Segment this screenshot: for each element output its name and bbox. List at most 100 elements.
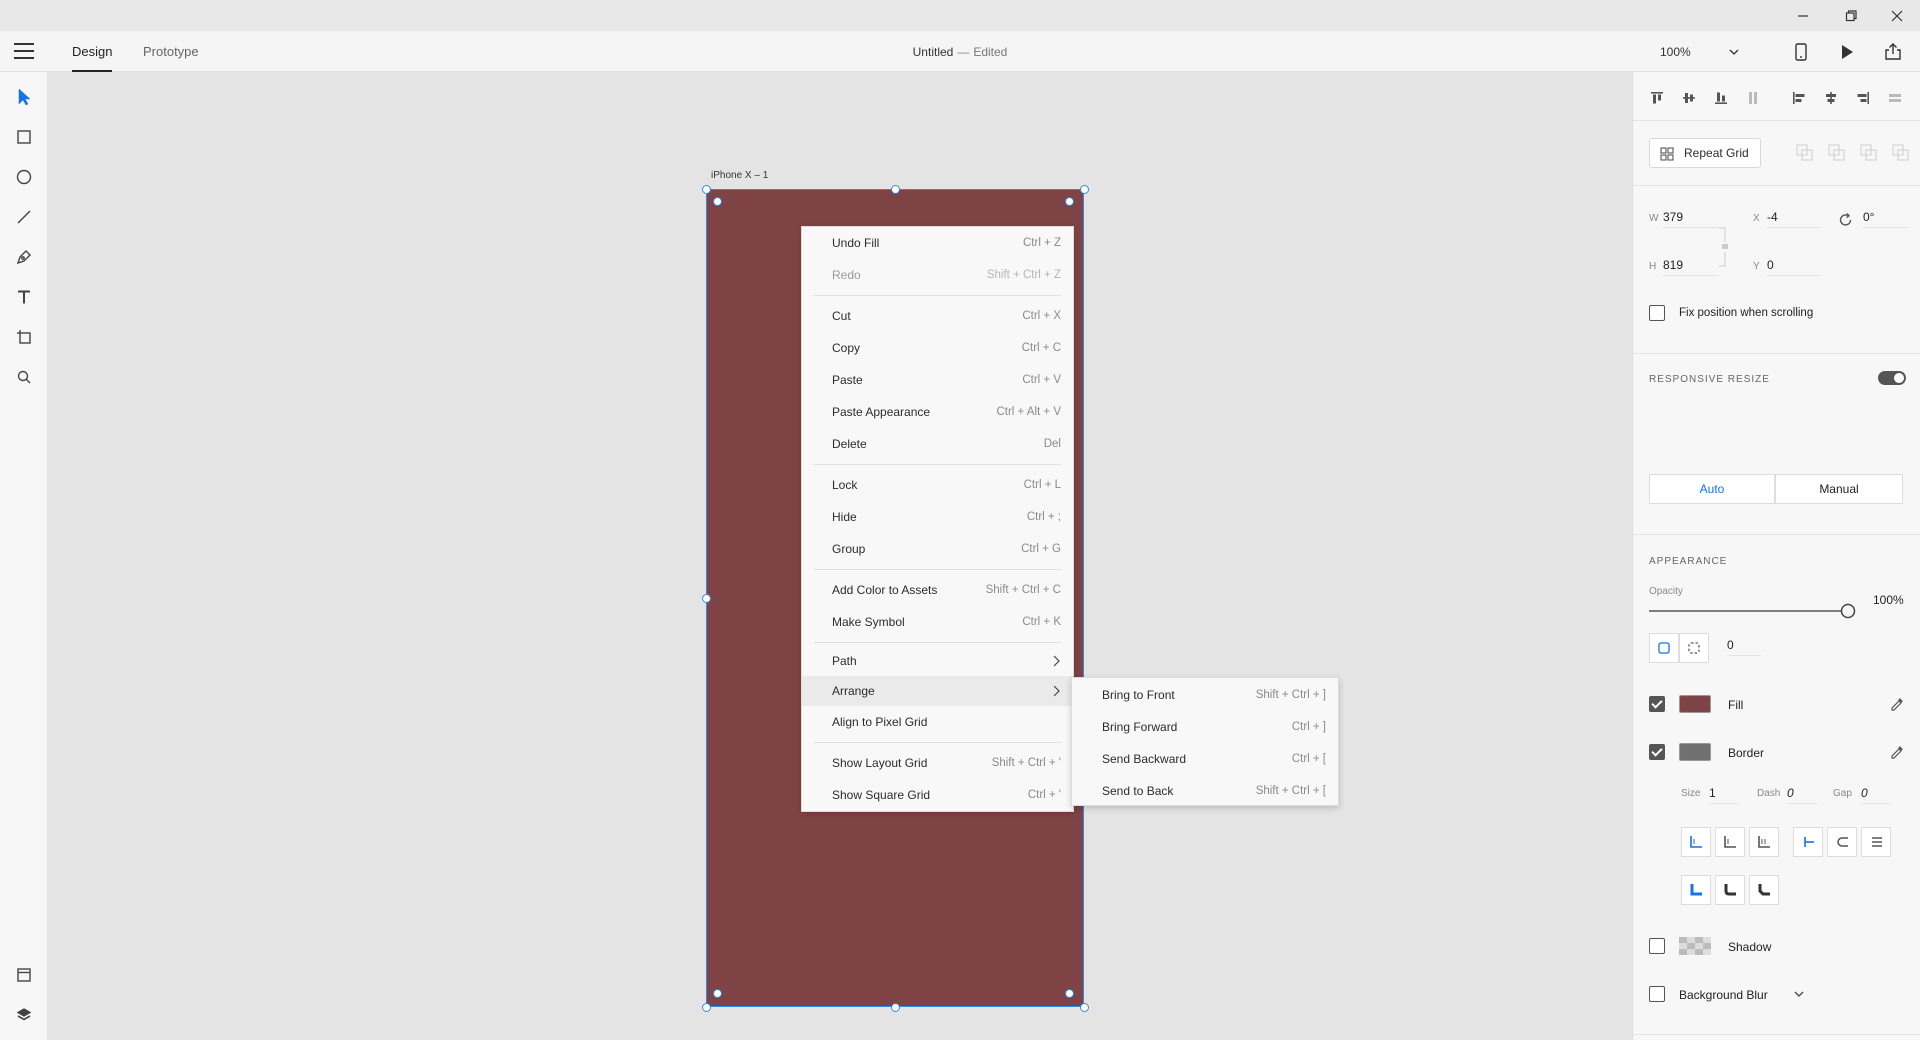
resize-handle-bottom-left[interactable] <box>702 1003 711 1012</box>
boolean-exclude-icon[interactable] <box>1892 144 1910 162</box>
select-tool[interactable] <box>12 85 36 109</box>
height-field[interactable]: 819 <box>1663 256 1719 276</box>
align-right-button[interactable] <box>1853 88 1873 108</box>
border-dash-field[interactable]: 0 <box>1787 784 1817 804</box>
cap-round-button[interactable] <box>1827 827 1857 857</box>
menu-item-bring-forward[interactable]: Bring Forward Ctrl + ] <box>1072 712 1338 742</box>
border-checkbox[interactable] <box>1649 744 1665 760</box>
responsive-resize-toggle[interactable] <box>1878 371 1906 385</box>
width-field[interactable]: 379 <box>1663 208 1719 228</box>
line-tool[interactable] <box>12 205 36 229</box>
join-bevel-button[interactable] <box>1749 875 1779 905</box>
fill-eyedropper-icon[interactable] <box>1889 696 1905 712</box>
align-middle-button[interactable] <box>1679 88 1699 108</box>
y-field[interactable]: 0 <box>1767 256 1821 276</box>
resize-handle-left[interactable] <box>702 594 711 603</box>
chevron-down-icon[interactable] <box>1793 988 1805 1000</box>
restore-button[interactable] <box>1828 0 1874 31</box>
menu-item-align-to-pixel-grid[interactable]: Align to Pixel Grid <box>802 707 1073 737</box>
menu-item-arrange[interactable]: Arrange <box>802 676 1073 706</box>
border-color-swatch[interactable] <box>1679 743 1711 761</box>
artboard-name[interactable]: iPhone X – 1 <box>711 170 768 181</box>
corner-radius-field[interactable]: 0 <box>1727 636 1761 656</box>
resize-handle-top[interactable] <box>891 185 900 194</box>
fill-color-swatch[interactable] <box>1679 695 1711 713</box>
cap-butt-button[interactable] <box>1793 827 1823 857</box>
x-field[interactable]: -4 <box>1767 208 1821 228</box>
menu-item-lock[interactable]: Lock Ctrl + L <box>802 470 1073 500</box>
resize-handle-bottom[interactable] <box>891 1003 900 1012</box>
border-size-field[interactable]: 1 <box>1709 784 1739 804</box>
device-preview-button[interactable] <box>1790 41 1812 63</box>
minimize-button[interactable] <box>1780 0 1826 31</box>
fill-checkbox[interactable] <box>1649 696 1665 712</box>
corner-radius-handle-top-right[interactable] <box>1065 197 1074 206</box>
distribute-horizontal-button[interactable] <box>1885 88 1905 108</box>
resize-mode-auto[interactable]: Auto <box>1649 474 1775 504</box>
stroke-center-button[interactable] <box>1715 827 1745 857</box>
menu-item-group[interactable]: Group Ctrl + G <box>802 534 1073 564</box>
menu-item-hide[interactable]: Hide Ctrl + ; <box>802 502 1073 532</box>
menu-item-copy[interactable]: Copy Ctrl + C <box>802 333 1073 363</box>
ellipse-tool[interactable] <box>12 165 36 189</box>
join-round-button[interactable] <box>1715 875 1745 905</box>
menu-item-send-to-back[interactable]: Send to Back Shift + Ctrl + [ <box>1072 776 1338 806</box>
rectangle-tool[interactable] <box>12 125 36 149</box>
play-preview-button[interactable] <box>1836 41 1858 63</box>
resize-handle-top-left[interactable] <box>702 185 711 194</box>
menu-item-show-layout-grid[interactable]: Show Layout Grid Shift + Ctrl + ' <box>802 748 1073 778</box>
resize-mode-manual[interactable]: Manual <box>1775 474 1903 504</box>
menu-item-show-square-grid[interactable]: Show Square Grid Ctrl + ' <box>802 780 1073 810</box>
opacity-slider[interactable] <box>1649 602 1857 620</box>
corner-radius-per-corner-button[interactable] <box>1679 633 1709 663</box>
resize-handle-top-right[interactable] <box>1080 185 1089 194</box>
menu-item-paste[interactable]: Paste Ctrl + V <box>802 365 1073 395</box>
boolean-intersect-icon[interactable] <box>1860 144 1878 162</box>
shadow-swatch[interactable] <box>1679 937 1711 955</box>
distribute-vertical-button[interactable] <box>1743 88 1763 108</box>
menu-item-add-color-to-assets[interactable]: Add Color to Assets Shift + Ctrl + C <box>802 575 1073 605</box>
menu-item-make-symbol[interactable]: Make Symbol Ctrl + K <box>802 607 1073 637</box>
fix-position-checkbox[interactable] <box>1649 305 1665 321</box>
menu-item-send-backward[interactable]: Send Backward Ctrl + [ <box>1072 744 1338 774</box>
zoom-dropdown[interactable]: 100% <box>1660 41 1740 63</box>
assets-panel-button[interactable] <box>12 963 36 987</box>
repeat-grid-button[interactable]: Repeat Grid <box>1649 138 1761 168</box>
boolean-subtract-icon[interactable] <box>1828 144 1846 162</box>
cap-square-button[interactable] <box>1861 827 1891 857</box>
stroke-outer-button[interactable] <box>1749 827 1779 857</box>
layers-panel-button[interactable] <box>12 1003 36 1027</box>
pen-tool[interactable] <box>12 245 36 269</box>
artboard-tool[interactable] <box>12 325 36 349</box>
border-eyedropper-icon[interactable] <box>1889 744 1905 760</box>
close-window-button[interactable] <box>1874 0 1920 31</box>
menu-item-bring-to-front[interactable]: Bring to Front Shift + Ctrl + ] <box>1072 680 1338 710</box>
border-gap-field[interactable]: 0 <box>1861 784 1891 804</box>
shadow-checkbox[interactable] <box>1649 938 1665 954</box>
corner-radius-handle-top-left[interactable] <box>713 197 722 206</box>
corner-radius-handle-bottom-left[interactable] <box>713 989 722 998</box>
align-center-button[interactable] <box>1821 88 1841 108</box>
resize-handle-bottom-right[interactable] <box>1080 1003 1089 1012</box>
stroke-inner-button[interactable] <box>1681 827 1711 857</box>
text-tool[interactable] <box>12 285 36 309</box>
corner-radius-handle-bottom-right[interactable] <box>1065 989 1074 998</box>
menu-item-cut[interactable]: Cut Ctrl + X <box>802 301 1073 331</box>
rotation-field[interactable]: 0° <box>1863 208 1909 228</box>
menu-item-delete[interactable]: Delete Del <box>802 429 1073 459</box>
menu-item-path[interactable]: Path <box>802 646 1073 676</box>
zoom-tool[interactable] <box>12 365 36 389</box>
align-left-button[interactable] <box>1789 88 1809 108</box>
join-miter-button[interactable] <box>1681 875 1711 905</box>
opacity-value[interactable]: 100% <box>1873 593 1904 607</box>
lock-aspect-icon[interactable] <box>1717 226 1731 268</box>
menu-item-redo[interactable]: Redo Shift + Ctrl + Z <box>802 260 1073 290</box>
boolean-add-icon[interactable] <box>1796 144 1814 162</box>
menu-item-undo-fill[interactable]: Undo Fill Ctrl + Z <box>802 228 1073 258</box>
menu-item-paste-appearance[interactable]: Paste Appearance Ctrl + Alt + V <box>802 397 1073 427</box>
background-blur-checkbox[interactable] <box>1649 986 1665 1002</box>
share-button[interactable] <box>1882 41 1904 63</box>
align-top-button[interactable] <box>1647 88 1667 108</box>
align-bottom-button[interactable] <box>1711 88 1731 108</box>
corner-radius-uniform-button[interactable] <box>1649 633 1679 663</box>
